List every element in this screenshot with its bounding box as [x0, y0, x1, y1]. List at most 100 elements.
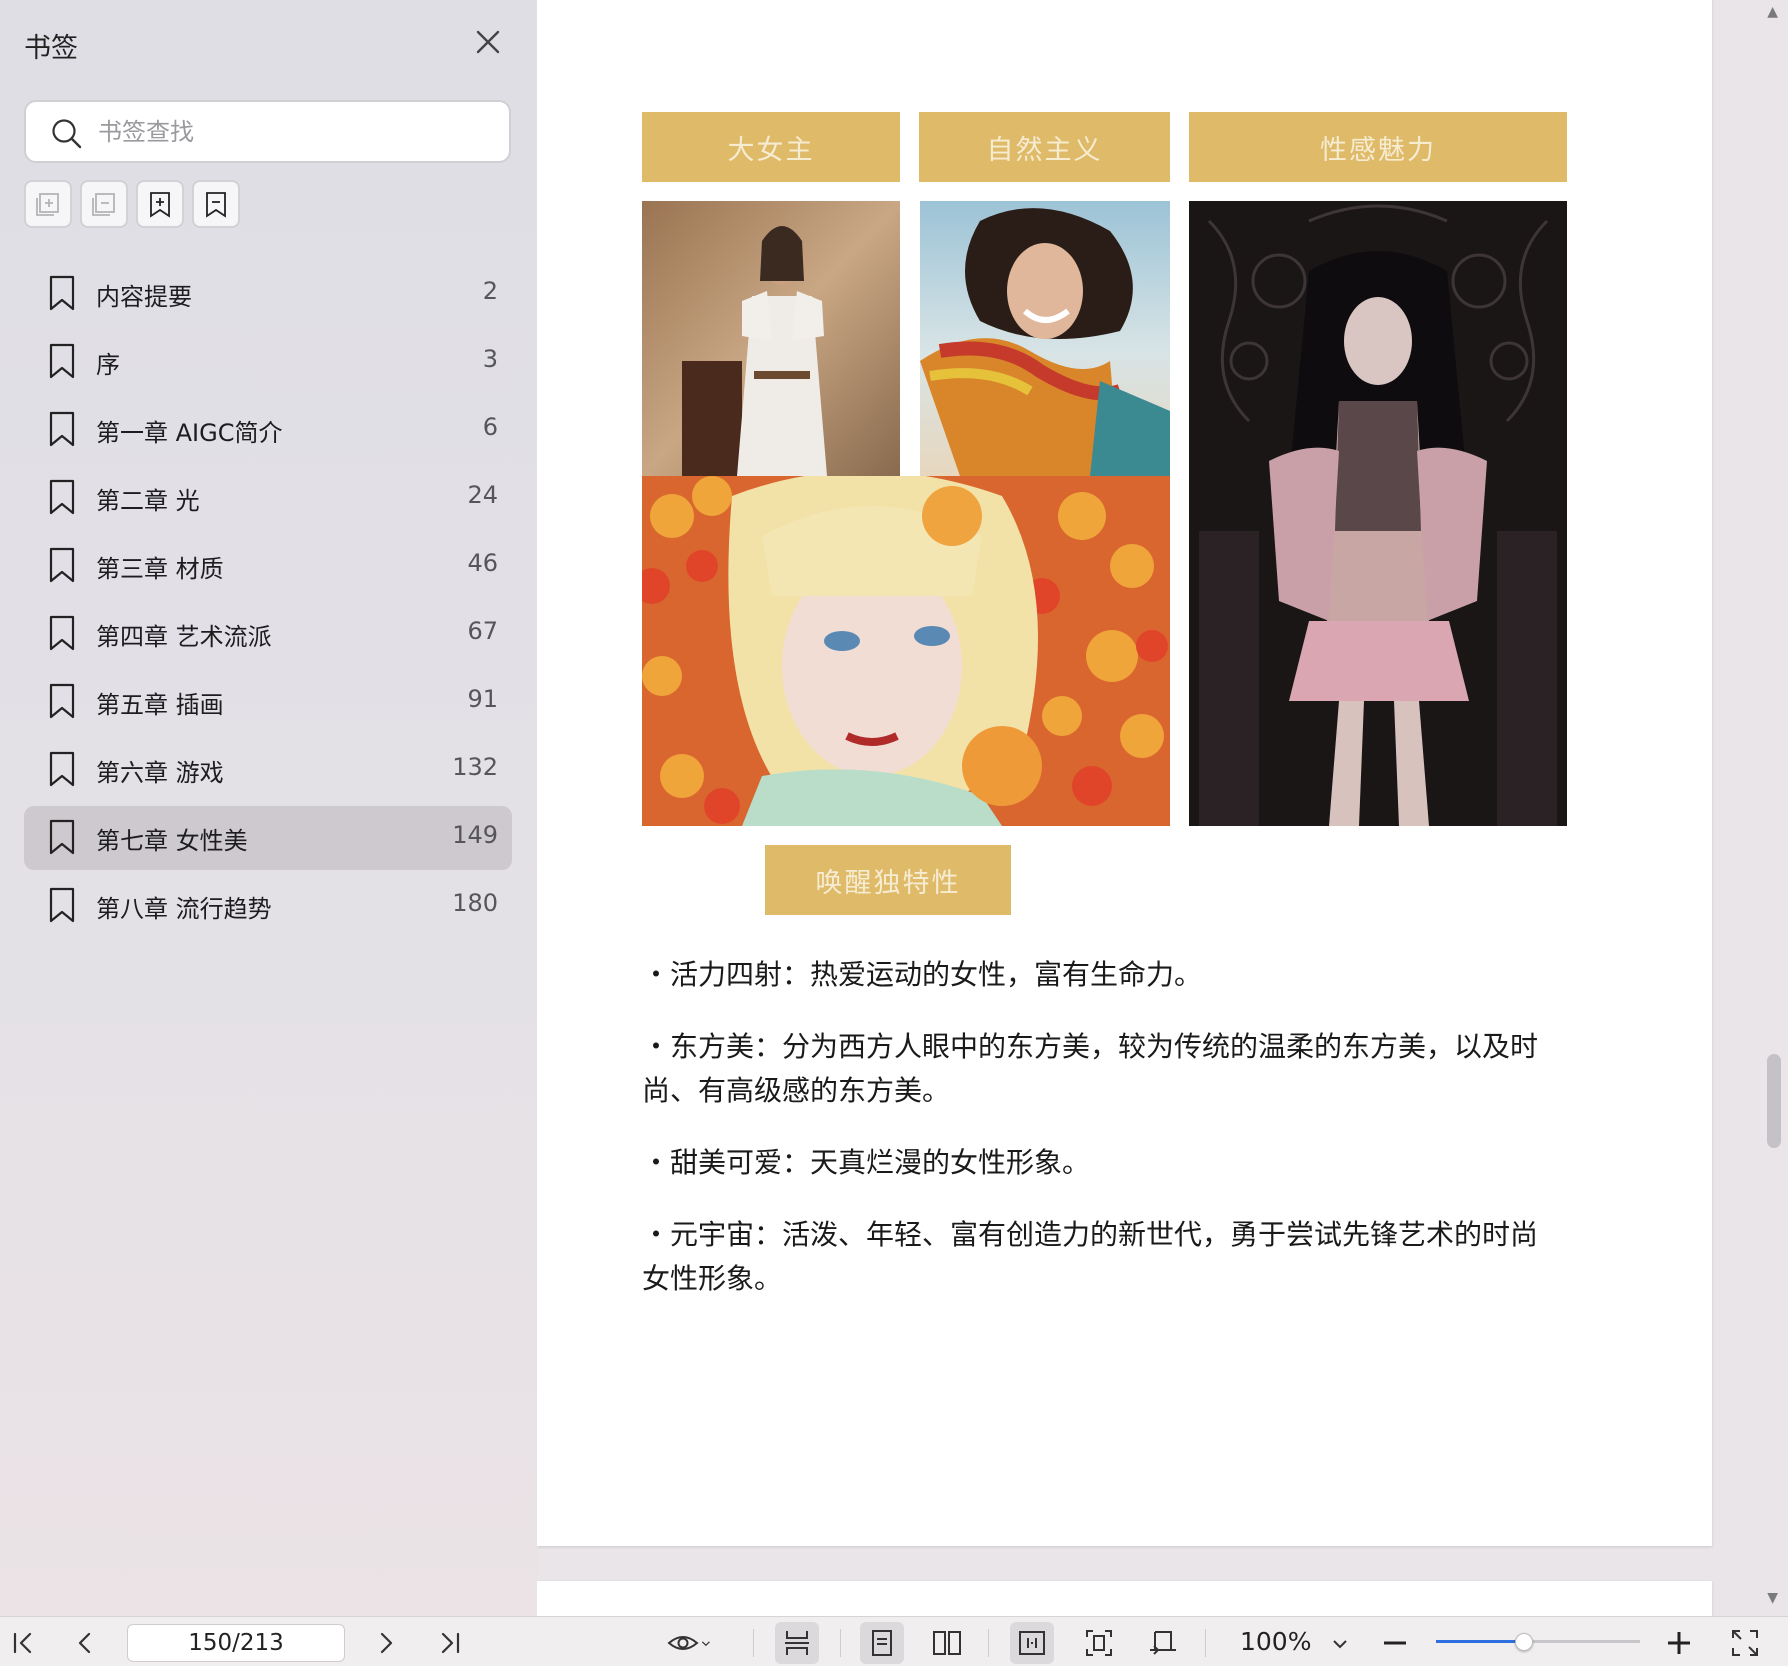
bookmark-item[interactable]: 第四章 艺术流派 67: [24, 602, 512, 666]
bullet-text-block: ・活力四射：热爱运动的女性，富有生命力。 ・东方美：分为西方人眼中的东方美，较为…: [642, 953, 1542, 1329]
zoom-in-button[interactable]: [1662, 1626, 1696, 1660]
scroll-up-arrow-icon[interactable]: ▲: [1767, 4, 1778, 20]
close-icon[interactable]: [474, 28, 502, 56]
bookmark-icon: [49, 479, 75, 515]
fit-page-icon: [1086, 1630, 1112, 1656]
bottom-toolbar: 150/213 100%: [0, 1616, 1788, 1666]
minus-icon: [1384, 1641, 1406, 1645]
next-page-edge: [537, 1581, 1712, 1616]
separator: [840, 1629, 841, 1657]
tag-label: 性感魅力: [1189, 112, 1567, 182]
bookmark-page-number: 180: [452, 889, 498, 917]
zoom-slider-fill: [1436, 1640, 1524, 1643]
bookmark-item[interactable]: 第五章 插画 91: [24, 670, 512, 734]
two-page-icon: [933, 1631, 961, 1655]
eye-icon: [667, 1636, 699, 1650]
expand-all-button[interactable]: [24, 180, 72, 228]
bookmark-item[interactable]: 第六章 游戏 132: [24, 738, 512, 802]
fit-width-icon: [1019, 1631, 1045, 1655]
vertical-scrollbar-thumb[interactable]: [1767, 1054, 1781, 1148]
bookmark-search-input[interactable]: [98, 110, 498, 154]
expand-all-icon: [36, 193, 59, 216]
sidebar-title: 书签: [24, 33, 78, 64]
document-page: 大女主 自然主义 性感魅力 唤醒独特性 ・活力四射：热爱运动的女性，富有生命力。…: [537, 0, 1712, 1546]
add-bookmark-button[interactable]: [136, 180, 184, 228]
first-page-button[interactable]: [6, 1626, 40, 1660]
bookmark-item[interactable]: 第八章 流行趋势 180: [24, 874, 512, 938]
zoom-out-button[interactable]: [1378, 1626, 1412, 1660]
bookmark-list: 内容提要 2 序 3 第一章 AIGC简介 6 第二章 光 24 第三章 材质 46 第四章 艺术流…: [24, 262, 512, 942]
remove-bookmark-button[interactable]: [192, 180, 240, 228]
two-page-button[interactable]: [930, 1626, 964, 1660]
bookmark-page-number: 24: [467, 481, 498, 509]
last-page-icon: [441, 1632, 460, 1654]
photo-woman-white-dress: [642, 201, 900, 476]
bullet-paragraph: ・元宇宙：活泼、年轻、富有创造力的新世代，勇于尝试先锋艺术的时尚女性形象。: [642, 1218, 1539, 1295]
remove-bookmark-icon: [206, 192, 226, 218]
bookmark-item[interactable]: 第二章 光 24: [24, 466, 512, 530]
bookmark-page-number: 2: [482, 277, 498, 305]
bookmark-item[interactable]: 第三章 材质 46: [24, 534, 512, 598]
photo-girl-fruit: [642, 476, 1170, 826]
bullet-paragraph: ・活力四射：热爱运动的女性，富有生命力。: [642, 958, 1203, 991]
bookmark-label: 第一章 AIGC简介: [96, 419, 283, 447]
fullscreen-button[interactable]: [1728, 1626, 1762, 1660]
bookmark-page-number: 132: [452, 753, 498, 781]
next-page-button[interactable]: [369, 1626, 403, 1660]
continuous-scroll-icon: [785, 1631, 809, 1655]
bookmark-item[interactable]: 内容提要 2: [24, 262, 512, 326]
bookmark-label: 第七章 女性美: [96, 827, 248, 855]
bookmark-page-number: 91: [467, 685, 498, 713]
bookmark-icon: [49, 275, 75, 311]
scroll-down-arrow-icon[interactable]: ▼: [1767, 1590, 1778, 1606]
bookmark-icon: [49, 683, 75, 719]
bookmark-label: 内容提要: [96, 283, 192, 311]
bullet-paragraph: ・东方美：分为西方人眼中的东方美，较为传统的温柔的东方美，以及时尚、有高级感的东…: [642, 1030, 1539, 1107]
bookmark-page-number: 67: [467, 617, 498, 645]
plus-icon: [1668, 1632, 1690, 1654]
fullscreen-icon: [1732, 1630, 1758, 1656]
bookmark-label: 第三章 材质: [96, 555, 224, 583]
zoom-dropdown-arrow[interactable]: [1330, 1626, 1350, 1660]
bookmark-search-box: [24, 100, 511, 163]
bookmark-item[interactable]: 第一章 AIGC简介 6: [24, 398, 512, 462]
rotate-icon: [1150, 1631, 1176, 1655]
add-bookmark-icon: [150, 192, 170, 218]
bookmark-label: 第五章 插画: [96, 691, 224, 719]
bookmark-page-number: 46: [467, 549, 498, 577]
previous-page-button[interactable]: [68, 1626, 102, 1660]
single-page-button[interactable]: [860, 1622, 904, 1664]
bookmark-icon: [49, 751, 75, 787]
zoom-slider-handle[interactable]: [1514, 1633, 1533, 1651]
fit-page-button[interactable]: [1082, 1626, 1116, 1660]
bookmark-label: 第二章 光: [96, 487, 200, 515]
chevron-down-icon: [701, 1641, 710, 1647]
chevron-left-icon: [78, 1632, 91, 1654]
collapse-all-button[interactable]: [80, 180, 128, 228]
document-viewport[interactable]: 大女主 自然主义 性感魅力 唤醒独特性 ・活力四射：热爱运动的女性，富有生命力。…: [537, 0, 1788, 1616]
separator: [753, 1629, 754, 1657]
photo-woman-throne: [1189, 201, 1567, 826]
bookmark-item[interactable]: 序3: [24, 330, 512, 394]
last-page-button[interactable]: [433, 1626, 467, 1660]
page-number-input[interactable]: 150/213: [127, 1624, 345, 1662]
photo-woman-scarf: [920, 201, 1170, 476]
view-mode-dropdown[interactable]: [666, 1626, 726, 1660]
fit-width-button[interactable]: [1010, 1622, 1054, 1664]
chevron-down-icon: [1333, 1640, 1347, 1649]
search-icon: [52, 119, 82, 149]
tag-label: 唤醒独特性: [765, 845, 1011, 915]
zoom-level-dropdown[interactable]: 100%: [1240, 1627, 1311, 1656]
separator: [988, 1629, 989, 1657]
bookmark-icon: [49, 547, 75, 583]
bookmark-label: 第八章 流行趋势: [96, 895, 272, 923]
zoom-slider[interactable]: [1436, 1631, 1640, 1653]
separator: [1205, 1629, 1206, 1657]
continuous-scroll-button[interactable]: [775, 1622, 819, 1664]
rotate-page-button[interactable]: [1146, 1626, 1180, 1660]
bookmark-icon: [49, 615, 75, 651]
bookmark-item[interactable]: 第七章 女性美 149: [24, 806, 512, 870]
tag-label: 大女主: [642, 112, 900, 182]
bookmark-page-number: 3: [482, 345, 498, 373]
chevron-right-icon: [380, 1632, 393, 1654]
